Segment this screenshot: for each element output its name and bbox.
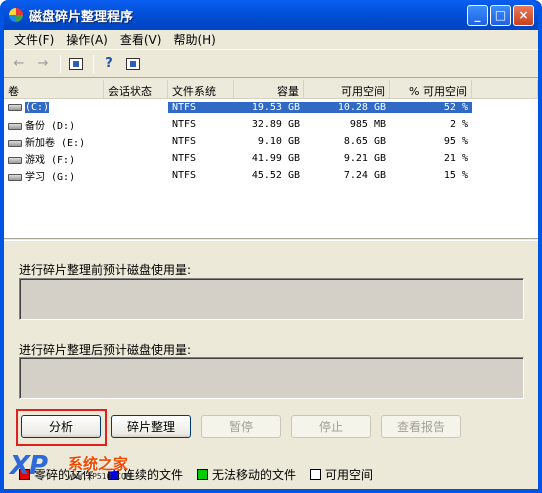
percent-cell: 2 % (449, 119, 468, 130)
unmovable-swatch (197, 469, 209, 480)
capacity-cell: 32.89 GB (251, 119, 300, 130)
watermark-logo: XP 系统之家 WWW.XP510.COM (10, 451, 160, 483)
free-cell: 8.65 GB (343, 136, 386, 147)
volume-cell: 游戏 (F:) (4, 151, 104, 166)
watermark-name: 系统之家 (68, 455, 129, 473)
drive-icon (8, 173, 22, 181)
stop-button[interactable]: 停止 (291, 415, 371, 438)
before-usage-label: 进行碎片整理前预计磁盘使用量: (19, 263, 192, 277)
header-filler (472, 80, 538, 98)
filesystem-cell: NTFS (172, 119, 197, 130)
defrag-app-icon (8, 7, 24, 23)
filesystem-cell: NTFS (172, 170, 197, 181)
volume-cell: 学习 (G:) (4, 168, 104, 183)
console-tree-icon[interactable] (65, 53, 87, 75)
free-cell: 10.28 GB (304, 102, 390, 113)
table-row[interactable]: (C:) NTFS 19.53 GB 10.28 GB 52 % (4, 99, 538, 116)
volume-list[interactable]: 卷 会话状态 文件系统 容量 可用空间 % 可用空间 (C:) NTFS 19.… (4, 80, 538, 239)
filesystem-cell: NTFS (172, 153, 197, 164)
close-button[interactable]: × (513, 4, 534, 26)
capacity-cell: 19.53 GB (234, 102, 304, 113)
header-filesystem[interactable]: 文件系统 (168, 80, 234, 98)
header-volume[interactable]: 卷 (4, 80, 104, 98)
title-bar[interactable]: 磁盘碎片整理程序 _ □ × (4, 0, 538, 30)
free-space-swatch (310, 469, 322, 480)
table-row[interactable]: 游戏 (F:) NTFS 41.99 GB 9.21 GB 21 % (4, 150, 538, 167)
free-cell: 985 MB (349, 119, 386, 130)
analyze-button[interactable]: 分析 (21, 415, 101, 438)
percent-cell: 52 % (390, 102, 472, 113)
maximize-button[interactable]: □ (490, 4, 511, 26)
volume-cell: 备份 (D:) (4, 117, 104, 132)
percent-cell: 95 % (443, 136, 468, 147)
table-row[interactable]: 学习 (G:) NTFS 45.52 GB 7.24 GB 15 % (4, 167, 538, 184)
header-session-status[interactable]: 会话状态 (104, 80, 168, 98)
drive-icon (8, 156, 22, 164)
legend-free-space: 可用空间 (310, 466, 373, 483)
before-usage-display (19, 278, 524, 320)
filesystem-cell: NTFS (172, 136, 197, 147)
percent-cell: 21 % (443, 153, 468, 164)
window-title: 磁盘碎片整理程序 (29, 9, 134, 25)
list-header: 卷 会话状态 文件系统 容量 可用空间 % 可用空间 (4, 80, 538, 99)
watermark-xp: XP (10, 451, 48, 481)
capacity-cell: 45.52 GB (251, 170, 300, 181)
toolbar: ← → ? (4, 50, 538, 78)
header-percent-free[interactable]: % 可用空间 (390, 80, 472, 98)
table-row[interactable]: 新加卷 (E:) NTFS 9.10 GB 8.65 GB 95 % (4, 133, 538, 150)
defragment-button[interactable]: 碎片整理 (111, 415, 191, 438)
back-arrow-icon[interactable]: ← (8, 53, 30, 75)
analysis-panel: 进行碎片整理前预计磁盘使用量: 进行碎片整理后预计磁盘使用量: 分析 碎片整理 … (4, 240, 538, 485)
after-usage-display (19, 357, 524, 399)
free-cell: 9.21 GB (343, 153, 386, 164)
minimize-button[interactable]: _ (467, 4, 488, 26)
volume-cell: (C:) (4, 102, 104, 113)
menu-view[interactable]: 查看(V) (114, 31, 168, 48)
capacity-cell: 41.99 GB (251, 153, 300, 164)
legend-unmovable: 无法移动的文件 (197, 466, 296, 483)
view-report-button[interactable]: 查看报告 (381, 415, 461, 438)
capacity-cell: 9.10 GB (257, 136, 300, 147)
drive-icon (8, 139, 22, 147)
defrag-window: 磁盘碎片整理程序 _ □ × 文件(F) 操作(A) 查看(V) 帮助(H) ←… (0, 0, 542, 493)
pause-button[interactable]: 暂停 (201, 415, 281, 438)
forward-arrow-icon[interactable]: → (32, 53, 54, 75)
header-free-space[interactable]: 可用空间 (304, 80, 390, 98)
volume-cell: 新加卷 (E:) (4, 134, 104, 149)
properties-icon[interactable] (122, 53, 144, 75)
header-capacity[interactable]: 容量 (234, 80, 304, 98)
toolbar-separator (60, 54, 61, 73)
table-row[interactable]: 备份 (D:) NTFS 32.89 GB 985 MB 2 % (4, 116, 538, 133)
after-usage-label: 进行碎片整理后预计磁盘使用量: (19, 343, 192, 357)
menu-action[interactable]: 操作(A) (60, 31, 114, 48)
toolbar-separator (93, 54, 94, 73)
drive-icon (8, 103, 22, 111)
help-icon[interactable]: ? (98, 53, 120, 75)
menu-bar: 文件(F) 操作(A) 查看(V) 帮助(H) (4, 30, 538, 50)
filesystem-cell: NTFS (168, 102, 234, 113)
free-cell: 7.24 GB (343, 170, 386, 181)
watermark-url: WWW.XP510.COM (68, 472, 131, 481)
percent-cell: 15 % (443, 170, 468, 181)
menu-file[interactable]: 文件(F) (8, 31, 60, 48)
client-area: 文件(F) 操作(A) 查看(V) 帮助(H) ← → ? 卷 会话状态 文件系… (4, 30, 538, 489)
drive-icon (8, 122, 22, 130)
menu-help[interactable]: 帮助(H) (167, 31, 221, 48)
